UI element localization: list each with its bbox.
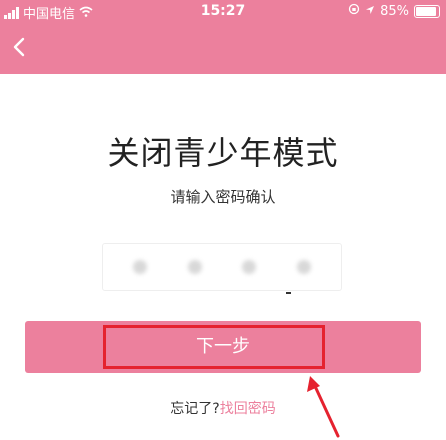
status-bar: 中国电信 15:27 85% (0, 0, 446, 22)
rotation-lock-icon (348, 3, 360, 19)
page-subtitle: 请输入密码确认 (170, 188, 276, 206)
battery-percent: 85% (380, 3, 409, 19)
password-dot (133, 260, 148, 274)
password-input[interactable] (102, 243, 342, 291)
recover-password-link[interactable]: 找回密码 (220, 401, 276, 417)
screen: 中国电信 15:27 85% 关闭青少年模式 请输入密码确认 下一步 忘记了?找… (0, 0, 446, 440)
location-icon (365, 4, 375, 19)
back-button[interactable] (12, 36, 34, 62)
password-dot (242, 260, 257, 274)
password-dot (187, 260, 202, 274)
forgot-password: 忘记了?找回密码 (0, 398, 446, 418)
password-dot (296, 260, 311, 274)
forgot-question: 忘记了? (170, 401, 220, 417)
annotation-highlight-box (103, 325, 325, 369)
status-right: 85% (348, 3, 440, 19)
page-title: 关闭青少年模式 (107, 134, 339, 172)
input-cursor (286, 292, 291, 294)
top-bar: 中国电信 15:27 85% (0, 0, 446, 74)
chevron-left-icon (13, 37, 25, 57)
battery-icon (414, 4, 440, 18)
annotation-arrow-icon (307, 376, 340, 438)
